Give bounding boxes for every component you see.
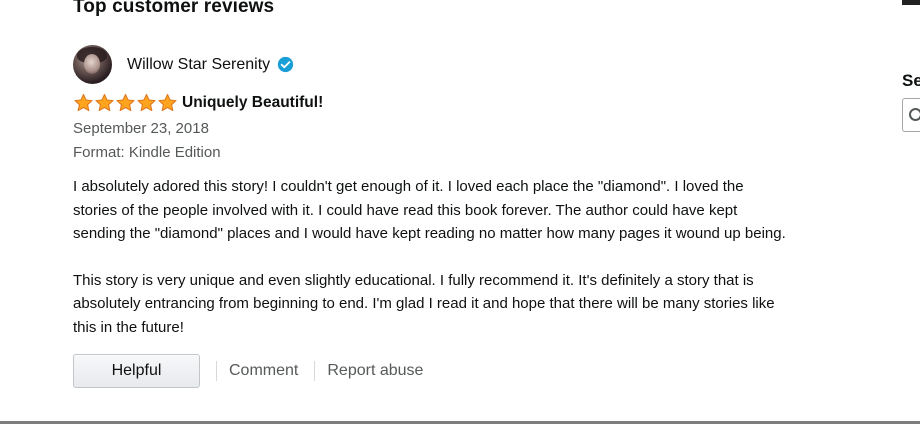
review-paragraph: I absolutely adored this story! I couldn…: [73, 175, 893, 246]
review-actions: Helpful Comment Report abuse: [73, 354, 423, 388]
review-line: absolutely entrancing from beginning to …: [73, 295, 775, 312]
review-line: I absolutely adored this story! I couldn…: [73, 178, 744, 195]
star-rating[interactable]: [73, 93, 178, 113]
review-line: this in the future!: [73, 318, 184, 336]
star-icon: [74, 93, 93, 112]
review-title[interactable]: Uniquely Beautiful!: [182, 94, 323, 112]
divider: [216, 361, 217, 381]
reviewer-profile[interactable]: Willow Star Serenity: [73, 45, 294, 84]
review-date: September 23, 2018: [73, 120, 209, 137]
review-line: This story is very unique and even sligh…: [73, 271, 754, 289]
right-edge-bar: [902, 0, 920, 5]
reviewer-name[interactable]: Willow Star Serenity: [127, 56, 270, 74]
comment-link[interactable]: Comment: [229, 362, 298, 380]
review-paragraph: This story is very unique and even sligh…: [73, 269, 893, 340]
sidebar-heading-partial: Se: [902, 71, 920, 90]
review-body: I absolutely adored this story! I couldn…: [73, 175, 893, 362]
review-format: Format: Kindle Edition: [73, 144, 221, 161]
star-icon: [95, 93, 114, 112]
star-icon: [116, 93, 135, 112]
divider: [314, 361, 316, 381]
sidebar-search-input-partial[interactable]: [902, 98, 920, 132]
star-icon: [158, 93, 177, 112]
search-icon: [909, 108, 920, 121]
avatar[interactable]: [73, 45, 112, 84]
review-line: stories of the people involved with it. …: [73, 201, 738, 219]
helpful-button[interactable]: Helpful: [73, 354, 200, 388]
review-line: sending the "diamond" places and I would…: [73, 225, 786, 242]
report-abuse-link[interactable]: Report abuse: [327, 362, 423, 380]
verified-badge-icon: [278, 56, 294, 73]
rating-row: Uniquely Beautiful!: [73, 93, 323, 113]
star-icon: [137, 93, 156, 112]
section-title: Top customer reviews: [73, 0, 275, 17]
